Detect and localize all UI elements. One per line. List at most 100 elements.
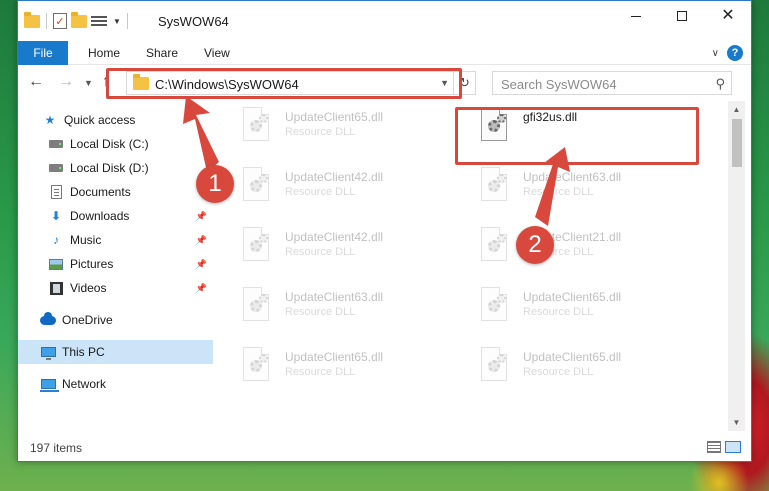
file-type: Resource DLL <box>285 126 356 138</box>
videos-icon <box>48 281 64 295</box>
properties-check-icon[interactable]: ✓ <box>53 13 67 29</box>
pin-icon[interactable]: 📌 <box>196 283 207 294</box>
status-bar: 197 items <box>18 433 751 461</box>
item-count: 197 items <box>30 441 83 455</box>
step-2-callout: 2 <box>516 226 554 264</box>
file-name: UpdateClient65.dll <box>523 350 622 364</box>
dll-file-icon <box>477 287 509 327</box>
file-name: UpdateClient42.dll <box>285 170 384 184</box>
vertical-scrollbar[interactable]: ▲ ▼ <box>728 101 745 431</box>
customize-list-icon[interactable] <box>91 14 107 28</box>
file-item[interactable]: UpdateClient65.dll Resource DLL <box>451 341 676 399</box>
recent-locations-icon[interactable]: ▼ <box>84 78 93 88</box>
sidebar-item-local-disk-d[interactable]: Local Disk (D:) <box>18 156 213 180</box>
tab-view[interactable]: View <box>204 41 230 65</box>
file-item[interactable]: UpdateClient63.dll Resource DLL <box>451 161 676 219</box>
tab-home[interactable]: Home <box>88 41 120 65</box>
file-name: UpdateClient63.dll <box>285 290 384 304</box>
search-box[interactable]: Search SysWOW64 ⚲ <box>492 71 732 95</box>
dll-file-icon <box>239 227 271 267</box>
file-item[interactable]: UpdateClient63.dll Resource DLL <box>213 281 438 339</box>
sidebar-item-label: Network <box>62 377 107 391</box>
pictures-icon <box>48 257 64 271</box>
sidebar-item-videos[interactable]: Videos 📌 <box>18 276 213 300</box>
search-icon[interactable]: ⚲ <box>715 76 725 92</box>
sidebar-item-this-pc[interactable]: This PC <box>18 340 213 364</box>
expand-ribbon-icon[interactable]: ∨ <box>712 48 719 59</box>
scrollbar-thumb[interactable] <box>732 119 742 167</box>
sidebar-item-pictures[interactable]: Pictures 📌 <box>18 252 213 276</box>
dll-file-icon <box>477 347 509 387</box>
new-folder-icon[interactable] <box>71 11 87 28</box>
sidebar-item-music[interactable]: ♪ Music 📌 <box>18 228 213 252</box>
dll-file-icon <box>239 167 271 207</box>
toolbar-separator <box>46 13 47 29</box>
forward-arrow-icon[interactable]: → <box>58 73 74 91</box>
window-title: SysWOW64 <box>158 14 229 29</box>
star-icon: ★ <box>44 113 56 127</box>
file-item[interactable]: UpdateClient42.dll Resource DLL <box>213 161 438 219</box>
tab-file[interactable]: File <box>18 41 68 65</box>
file-type: Resource DLL <box>285 246 356 258</box>
folder-icon[interactable] <box>24 11 40 28</box>
minimize-button[interactable] <box>613 1 659 31</box>
sidebar-item-network[interactable]: Network <box>18 372 213 396</box>
sidebar-item-label: Pictures <box>70 257 114 271</box>
file-type: Resource DLL <box>285 366 356 378</box>
file-name: UpdateClient42.dll <box>285 230 384 244</box>
file-type: Resource DLL <box>523 186 594 198</box>
file-name: UpdateClient65.dll <box>523 290 622 304</box>
disk-icon <box>48 161 64 175</box>
sidebar-item-label: OneDrive <box>62 313 113 327</box>
tab-share[interactable]: Share <box>146 41 178 65</box>
sidebar-item-local-disk-c[interactable]: Local Disk (C:) <box>18 132 213 156</box>
scroll-down-icon[interactable]: ▼ <box>728 414 745 431</box>
sidebar-item-label: Downloads <box>70 209 130 223</box>
navigation-pane: ★ Quick access Local Disk (C:) Local Dis… <box>18 101 213 431</box>
help-icon[interactable]: ? <box>727 45 743 61</box>
scroll-up-icon[interactable]: ▲ <box>728 101 745 118</box>
cloud-icon <box>40 311 56 327</box>
sidebar-item-downloads[interactable]: ⬇ Downloads 📌 <box>18 204 213 228</box>
pin-icon[interactable]: 📌 <box>196 259 207 270</box>
file-item[interactable]: UpdateClient65.dll Resource DLL <box>213 101 438 159</box>
dll-file-icon <box>477 227 509 267</box>
file-type: Resource DLL <box>523 366 594 378</box>
large-icons-view-icon[interactable] <box>725 441 741 453</box>
sidebar-item-label: Local Disk (D:) <box>70 161 149 175</box>
dll-file-icon <box>477 167 509 207</box>
document-icon <box>48 185 64 199</box>
search-placeholder[interactable]: Search SysWOW64 <box>501 77 617 92</box>
disk-icon <box>48 137 64 151</box>
music-icon: ♪ <box>53 233 59 247</box>
minimize-icon <box>631 15 641 17</box>
sidebar-item-documents[interactable]: Documents <box>18 180 213 204</box>
file-item[interactable]: UpdateClient21.dll Resource DLL <box>451 221 676 279</box>
file-item[interactable]: UpdateClient65.dll Resource DLL <box>213 341 438 399</box>
sidebar-item-label: Videos <box>70 281 107 295</box>
maximize-button[interactable] <box>659 1 705 31</box>
sidebar-item-label: Documents <box>70 185 131 199</box>
close-icon: ✕ <box>721 7 735 24</box>
back-arrow-icon[interactable]: ← <box>28 73 44 91</box>
dll-file-icon <box>239 347 271 387</box>
quick-access-toolbar: ✓ ▼ <box>24 11 130 29</box>
sidebar-item-label: Quick access <box>64 113 136 127</box>
sidebar-item-label: Music <box>70 233 102 247</box>
details-view-icon[interactable] <box>707 441 721 453</box>
file-type: Resource DLL <box>285 186 356 198</box>
sidebar-item-onedrive[interactable]: OneDrive <box>18 308 213 332</box>
file-name: UpdateClient63.dll <box>523 170 622 184</box>
view-toggle <box>707 441 741 453</box>
close-button[interactable]: ✕ <box>705 1 751 31</box>
file-type: Resource DLL <box>523 306 594 318</box>
file-item[interactable]: UpdateClient42.dll Resource DLL <box>213 221 438 279</box>
pin-icon[interactable]: 📌 <box>196 235 207 246</box>
toolbar-separator <box>126 13 128 29</box>
file-name: UpdateClient65.dll <box>285 110 384 124</box>
customize-dropdown-icon[interactable]: ▼ <box>113 17 121 26</box>
sidebar-item-quick-access[interactable]: ★ Quick access <box>18 108 213 132</box>
file-item[interactable]: UpdateClient65.dll Resource DLL <box>451 281 676 339</box>
pin-icon[interactable]: 📌 <box>196 211 207 222</box>
network-icon <box>39 377 59 392</box>
